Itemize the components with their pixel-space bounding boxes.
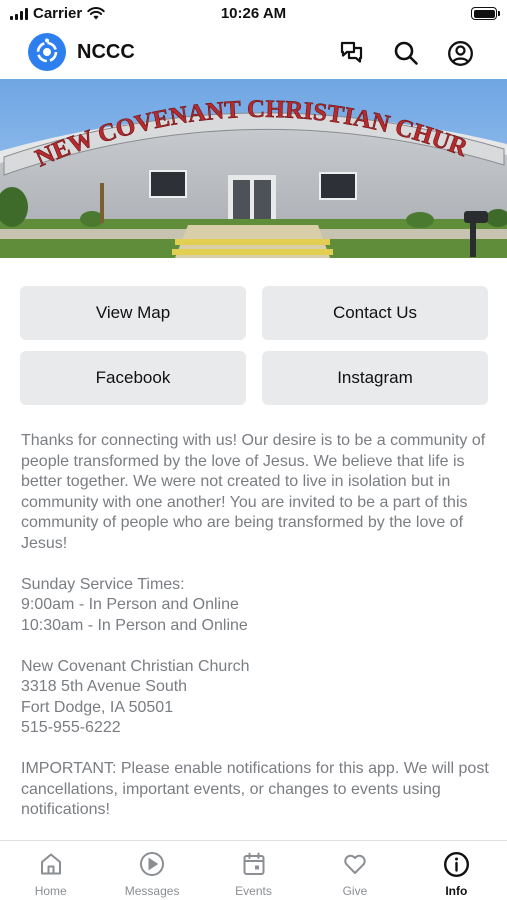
tab-bar: Home Messages Events Give Info [0,840,507,900]
notification-notice: IMPORTANT: Please enable notifications f… [21,760,489,818]
tab-messages-label: Messages [124,884,180,898]
service-times: Sunday Service Times: 9:00am - In Person… [21,575,491,637]
street-address: 3318 5th Avenue South [21,678,188,695]
search-icon[interactable] [392,39,420,67]
status-time: 10:26 AM [220,5,287,22]
welcome-paragraph: Thanks for connecting with us! Our desir… [21,432,486,552]
chat-icon[interactable] [338,39,366,67]
battery-icon [471,7,500,20]
tab-home[interactable]: Home [0,841,101,900]
service-times-heading: Sunday Service Times: [21,575,185,593]
tab-give[interactable]: Give [304,841,405,900]
tab-events[interactable]: Events [203,841,304,900]
tab-give-label: Give [342,884,368,898]
app-title: NCCC [77,41,135,63]
facebook-button[interactable]: Facebook [20,351,246,405]
tab-info[interactable]: Info [406,841,507,900]
tab-events-label: Events [235,884,272,898]
contact-us-button[interactable]: Contact Us [262,286,488,340]
church-photo: NEW COVENANT CHRISTIAN CHURCH [0,79,507,258]
logo-icon[interactable] [28,33,66,71]
app-header: NCCC [0,30,507,78]
view-map-button[interactable]: View Map [20,286,246,340]
city-state-zip: Fort Dodge, IA 50501 [21,698,174,716]
tab-info-label: Info [445,884,468,898]
tab-messages[interactable]: Messages [101,841,202,900]
info-icon [442,850,470,878]
tab-home-label: Home [34,884,67,898]
home-icon [37,850,65,878]
address-block: New Covenant Christian Church 3318 5th A… [21,657,491,739]
status-bar: Carrier 10:26 AM [0,0,507,30]
service-time-1: 9:00am - In Person and Online [21,596,239,613]
play-icon [138,850,166,878]
calendar-icon [240,850,268,878]
service-time-2: 10:30am - In Person and Online [21,616,248,634]
phone-number: 515-955-6222 [21,719,121,736]
church-name: New Covenant Christian Church [21,657,250,675]
info-text: Thanks for connecting with us! Our desir… [21,431,491,841]
profile-icon[interactable] [446,39,474,67]
heart-icon [341,850,369,878]
instagram-button[interactable]: Instagram [262,351,488,405]
action-buttons: View Map Contact Us Facebook Instagram [20,286,488,405]
